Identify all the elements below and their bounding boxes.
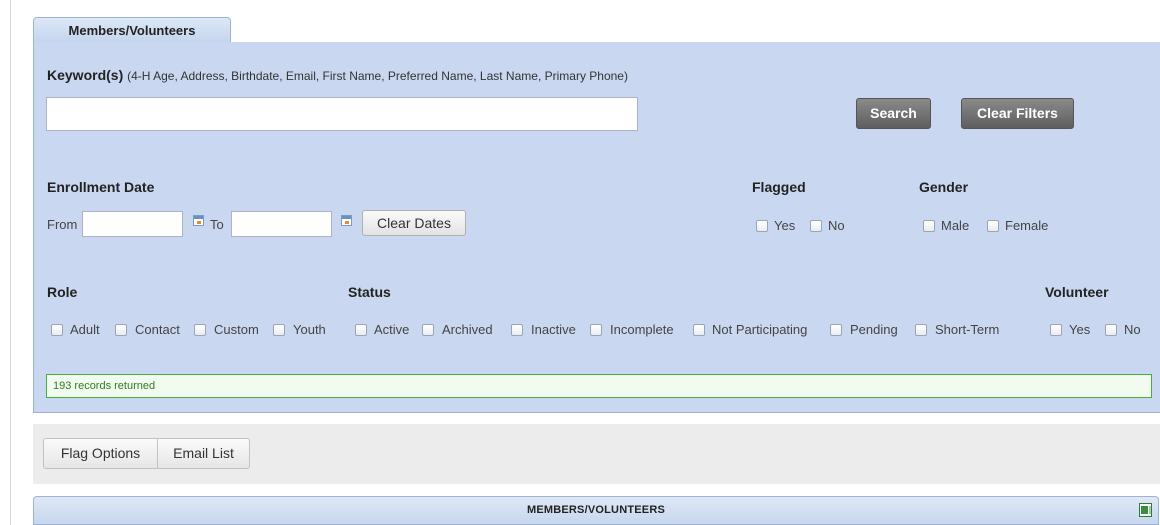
calendar-icon[interactable] [193,215,204,226]
status-heading: Status [348,284,391,300]
status-short-term-label: Short-Term [935,322,1000,337]
role-adult-label: Adult [70,322,100,337]
status-archived-label: Archived [442,322,493,337]
status-not-participating-checkbox[interactable] [693,324,705,336]
status-active-label: Active [374,322,410,337]
email-list-button[interactable]: Email List [157,438,250,469]
status-inactive-checkbox[interactable] [511,324,523,336]
keyword-label: Keyword(s) (4-H Age, Address, Birthdate,… [47,67,628,83]
volunteer-no-label: No [1124,322,1141,337]
flagged-yes-checkbox[interactable] [756,220,768,232]
flagged-no-checkbox[interactable] [810,220,822,232]
calendar-icon[interactable] [341,215,352,226]
role-contact-label: Contact [135,322,180,337]
status-incomplete-checkbox[interactable] [590,324,602,336]
excel-export-icon[interactable] [1139,503,1152,517]
flagged-yes-label: Yes [774,218,796,233]
flagged-heading: Flagged [752,179,806,195]
gender-female-checkbox[interactable] [987,220,999,232]
status-active-checkbox[interactable] [355,324,367,336]
gender-heading: Gender [919,179,969,195]
flag-options-button[interactable]: Flag Options [43,438,158,469]
status-short-term-checkbox[interactable] [915,324,927,336]
tab-members-volunteers[interactable]: Members/Volunteers [33,17,231,42]
members-grid-header: MEMBERS/VOLUNTEERS [33,496,1159,525]
keyword-input[interactable] [46,97,638,131]
role-youth-label: Youth [293,322,326,337]
role-youth-checkbox[interactable] [273,324,285,336]
clear-filters-button[interactable]: Clear Filters [961,98,1074,129]
flagged-no-label: No [828,218,845,233]
role-custom-checkbox[interactable] [194,324,206,336]
role-custom-label: Custom [214,322,259,337]
clear-dates-button[interactable]: Clear Dates [362,210,466,236]
status-incomplete-label: Incomplete [610,322,674,337]
gender-female-label: Female [1005,218,1049,233]
gender-male-label: Male [941,218,970,233]
enrollment-from-input[interactable] [82,211,183,237]
gender-male-checkbox[interactable] [923,220,935,232]
status-archived-checkbox[interactable] [422,324,434,336]
records-returned-message: 193 records returned [46,374,1152,398]
status-pending-checkbox[interactable] [830,324,842,336]
tab-bar: Members/Volunteers [33,17,1160,43]
action-toolbar: Flag Options Email List [33,424,1160,484]
volunteer-no-checkbox[interactable] [1105,324,1117,336]
enrollment-to-input[interactable] [231,211,332,237]
role-adult-checkbox[interactable] [51,324,63,336]
status-not-participating-label: Not Participating [712,322,808,337]
volunteer-yes-checkbox[interactable] [1050,324,1062,336]
to-label: To [210,217,224,232]
enrollment-date-heading: Enrollment Date [47,179,155,195]
status-pending-label: Pending [850,322,898,337]
role-contact-checkbox[interactable] [115,324,127,336]
filter-panel: Keyword(s) (4-H Age, Address, Birthdate,… [33,42,1160,413]
status-inactive-label: Inactive [531,322,576,337]
grid-title: MEMBERS/VOLUNTEERS [526,504,666,516]
volunteer-heading: Volunteer [1045,284,1109,300]
search-button[interactable]: Search [856,98,931,129]
from-label: From [47,217,78,232]
page-left-border [10,0,11,525]
keyword-hint: (4-H Age, Address, Birthdate, Email, Fir… [127,69,628,83]
volunteer-yes-label: Yes [1069,322,1091,337]
role-heading: Role [47,284,78,300]
keyword-label-text: Keyword(s) [47,67,124,83]
